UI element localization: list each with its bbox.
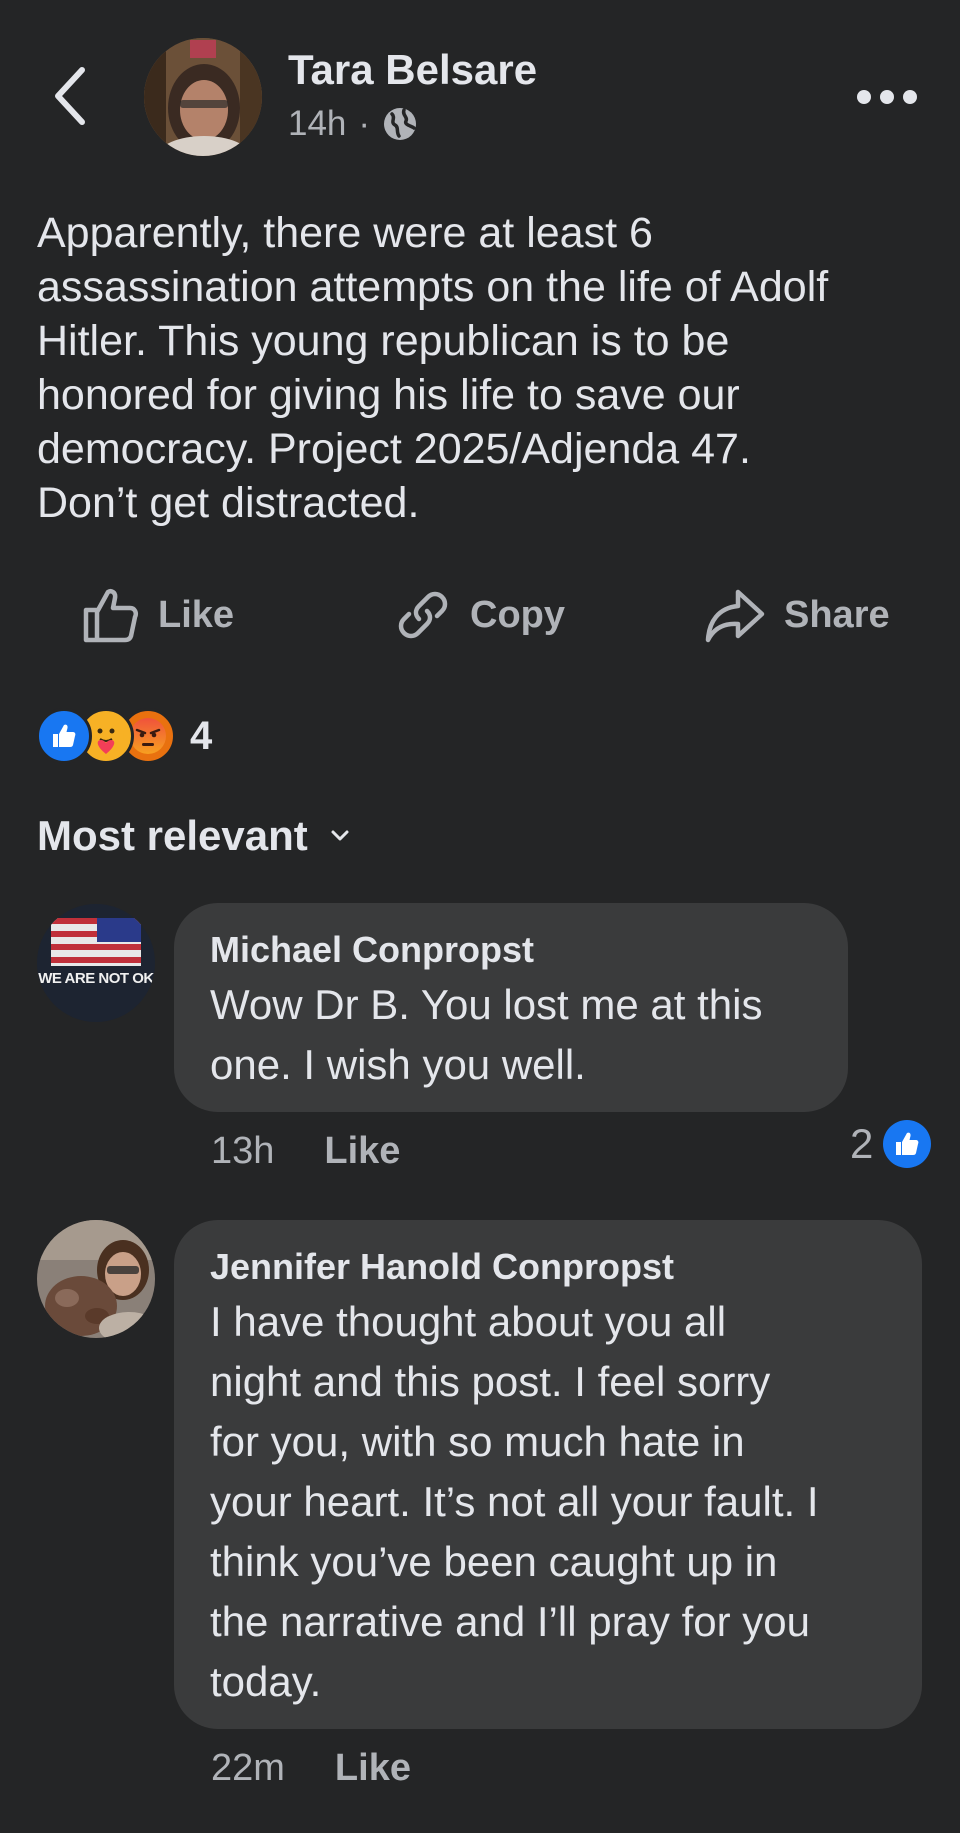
author-name[interactable]: Tara Belsare [288,46,537,94]
comment-author[interactable]: Michael Conpropst [210,929,812,971]
share-button[interactable]: Share [704,580,890,650]
comment-like-button[interactable]: Like [335,1747,411,1790]
chevron-down-icon [331,830,349,841]
like-reaction-icon [883,1120,932,1168]
like-label: Like [158,593,235,636]
comment-text: I have thought about you all night and t… [210,1298,819,1705]
comment-sort-dropdown[interactable]: Most relevant [37,812,350,860]
comment-avatar[interactable]: WE ARE NOT OK [37,904,155,1022]
sort-label: Most relevant [37,812,308,859]
comment-bubble: Michael Conpropst Wow Dr B. You lost me … [174,903,848,1112]
meta-separator: · [358,104,371,143]
copy-label: Copy [470,593,565,636]
reaction-count: 4 [190,713,213,758]
more-options-button[interactable] [852,72,922,122]
comment-meta: 22m Like [211,1747,411,1790]
copy-button[interactable]: Copy [394,580,565,650]
avatar-caption: WE ARE NOT OK [38,970,154,987]
comment-avatar[interactable] [37,1220,155,1338]
like-reaction-icon [36,708,92,764]
more-dot [880,90,894,104]
more-dot [903,90,917,104]
post-meta: 14h · [288,104,418,144]
link-icon [398,591,448,639]
flag-avatar-graphic [37,904,155,1022]
comment-bubble: Jennifer Hanold Conpropst I have thought… [174,1220,922,1729]
chevron-left-icon [55,67,85,125]
person-dog-photo [37,1220,155,1338]
post-text: Apparently, there were at least 6 assass… [37,209,829,527]
share-arrow-icon [705,589,765,643]
comment-reaction-count: 2 [850,1120,874,1167]
back-button[interactable] [44,60,104,132]
comment-reactions[interactable]: 2 [850,1120,932,1168]
author-photo [144,38,262,156]
comment-time: 22m [211,1747,285,1789]
author-avatar[interactable] [144,38,262,156]
comment-text: Wow Dr B. You lost me at this one. I wis… [210,981,763,1088]
post-time: 14h [288,104,347,143]
comment-time: 13h [211,1130,275,1172]
like-button[interactable]: Like [82,580,234,650]
comment-author[interactable]: Jennifer Hanold Conpropst [210,1246,886,1288]
thumbs-up-outline-icon [83,589,139,643]
comment-like-button[interactable]: Like [324,1130,400,1173]
comment-meta: 13h Like [211,1130,400,1173]
globe-icon [384,108,417,140]
share-label: Share [784,593,890,636]
more-dot [857,90,871,104]
reactions-summary[interactable]: 4 [36,708,212,764]
